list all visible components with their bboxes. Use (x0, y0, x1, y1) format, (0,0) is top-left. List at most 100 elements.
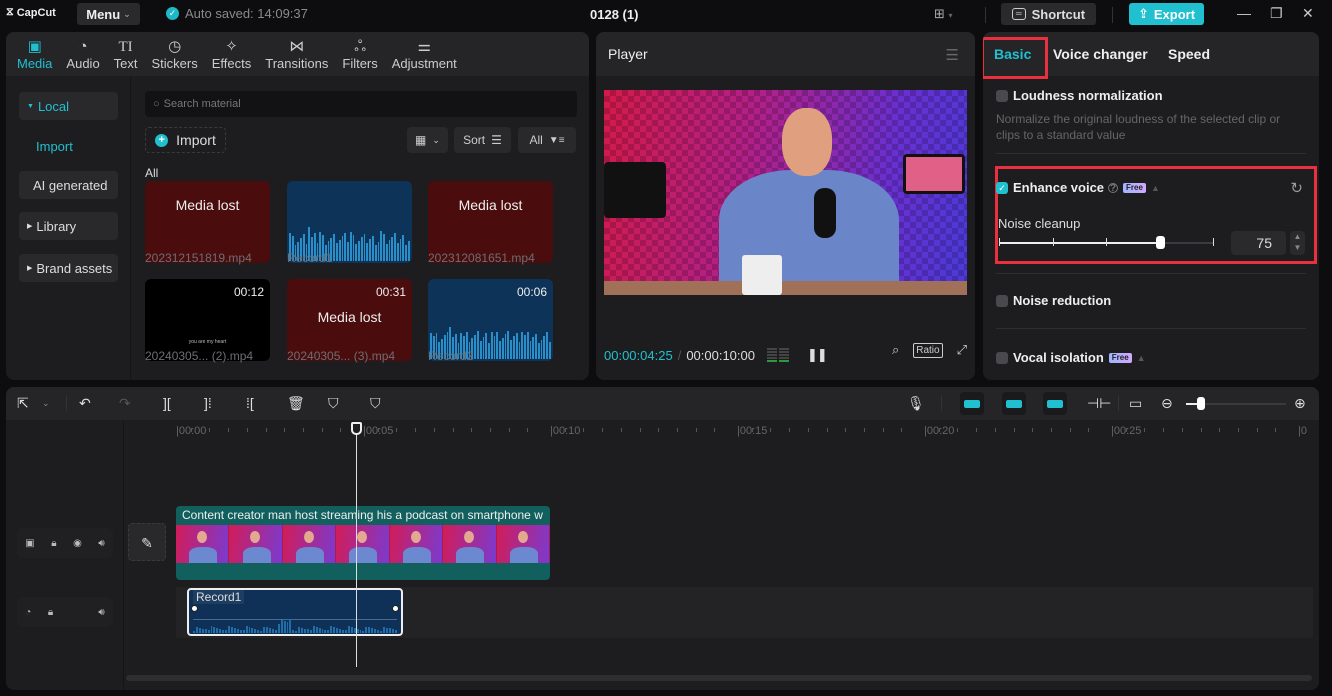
waveform-bar (306, 629, 309, 633)
chevron-down-icon[interactable]: ⌄ (42, 395, 50, 411)
tab-audio[interactable]: ◔ Audio (59, 32, 106, 76)
import-button[interactable]: + Import (145, 127, 226, 153)
noise-cleanup-value-input[interactable]: 75 (1231, 231, 1286, 255)
split-icon[interactable]: ][ (163, 395, 171, 411)
eye-icon[interactable]: ◉ (73, 538, 82, 549)
video-preview[interactable] (604, 90, 967, 295)
ai-shield-icon[interactable]: ⛉ (328, 395, 339, 411)
select-cursor-icon[interactable]: ⇱ (17, 395, 29, 411)
redo-icon[interactable]: ↷ (119, 395, 131, 411)
noise-reduction-option[interactable]: Noise reduction (996, 293, 1111, 308)
ruler-tick (789, 428, 791, 432)
slider-tick (999, 238, 1000, 246)
minimize-icon[interactable]: — (1237, 5, 1251, 21)
caret-up-icon[interactable]: ▲ (1137, 353, 1146, 363)
tab-media[interactable]: ▣ Media (10, 32, 59, 76)
filter-button[interactable]: All ▼≡ (518, 127, 576, 153)
chevron-down-icon: ⌄ (123, 8, 131, 19)
zoom-fit-icon[interactable]: ⌕ (892, 342, 899, 358)
sidebar-item-brand-assets[interactable]: ▶ Brand assets (19, 254, 118, 282)
sort-button[interactable]: Sort ☰ (454, 127, 511, 153)
sidebar-item-library[interactable]: ▶ Library (19, 212, 118, 240)
menu-icon[interactable]: ☰ (946, 46, 959, 64)
waveform-bar (477, 331, 479, 359)
slider-knob[interactable] (1155, 236, 1165, 249)
sidebar-item-local[interactable]: ▼ Local (19, 92, 118, 120)
checkbox[interactable] (996, 351, 1008, 364)
waveform-bar (207, 630, 210, 633)
zoom-slider-knob[interactable] (1197, 397, 1205, 410)
tab-text[interactable]: TI Text (107, 32, 145, 76)
noise-cleanup-slider[interactable] (999, 236, 1214, 249)
caret-up-icon[interactable]: ▲ (1151, 183, 1160, 193)
project-title[interactable]: 0128 (1) (590, 7, 638, 22)
fade-out-handle[interactable] (392, 605, 399, 612)
time-ruler[interactable]: |00:00|00:05|00:10|00:15|00:20|00:25|0 (124, 420, 1319, 442)
keyboard-icon: ═ (1011, 8, 1026, 20)
waveform-bar (333, 627, 336, 633)
loudness-normalization-option[interactable]: Loudness normalization (996, 88, 1163, 103)
horizontal-scrollbar[interactable] (126, 675, 1312, 681)
search-input[interactable]: ○ Search material (145, 91, 577, 117)
lock-icon[interactable]: 🔒︎ (51, 538, 56, 549)
video-clip[interactable]: Content creator man host streaming his a… (176, 506, 550, 580)
split-right-icon[interactable]: ⁞[ (246, 395, 254, 411)
lock-icon[interactable]: 🔒︎ (48, 607, 53, 618)
split-left-icon[interactable]: ]⁞ (204, 395, 212, 411)
sticker-icon: ◷ (168, 37, 182, 55)
close-icon[interactable]: ✕ (1302, 5, 1314, 22)
microphone-icon[interactable]: 🎙︎ (907, 395, 925, 411)
ruler-tick (826, 428, 828, 432)
sidebar-item-ai-generated[interactable]: AI generated (19, 171, 118, 199)
waveform-bar (368, 627, 371, 633)
pause-button[interactable]: ❚❚ (807, 347, 828, 363)
main-track-magnet-button[interactable] (960, 392, 984, 415)
ruler-tick (957, 428, 959, 432)
fullscreen-icon[interactable]: ⤢ (957, 342, 967, 358)
checkbox-checked[interactable]: ✓ (996, 181, 1008, 194)
ratio-button[interactable]: Ratio (913, 342, 943, 358)
auto-snap-button[interactable] (1002, 392, 1026, 415)
zoom-out-icon[interactable]: ⊖ (1161, 395, 1173, 411)
tab-adjustment[interactable]: ⚌ Adjustment (385, 32, 464, 76)
view-mode-button[interactable]: ▦ ⌄ (407, 127, 448, 153)
divider (1112, 7, 1113, 23)
tab-filters[interactable]: ஃ Filters (335, 32, 384, 76)
menu-button[interactable]: Menu ⌄ (77, 3, 140, 25)
tab-effects[interactable]: ✧ Effects (205, 32, 259, 76)
tab-speed[interactable]: Speed (1168, 46, 1210, 62)
zoom-to-fit-icon[interactable]: ▭ (1129, 395, 1142, 411)
restore-icon[interactable]: ❐ (1270, 5, 1283, 22)
volume-icon[interactable]: 🔊︎ (98, 538, 104, 549)
enhance-voice-option[interactable]: ✓ Enhance voice? Free ▲ (996, 180, 1160, 195)
zoom-in-icon[interactable]: ⊕ (1294, 395, 1306, 411)
edit-cover-button[interactable]: ✎ (128, 523, 166, 561)
tab-stickers[interactable]: ◷ Stickers (145, 32, 205, 76)
stepper-icon[interactable]: ▲ ▼ (1290, 231, 1305, 255)
shield-icon[interactable]: ⛉ (370, 395, 381, 411)
linkage-button[interactable] (1043, 392, 1067, 415)
playhead-handle[interactable] (351, 422, 362, 435)
reset-icon[interactable]: ↻ (1290, 179, 1303, 197)
waveform-bar (479, 340, 482, 359)
sidebar-item-import[interactable]: Import (36, 139, 73, 154)
help-icon[interactable]: ? (1108, 182, 1119, 193)
ruler-tick (396, 428, 398, 432)
checkbox[interactable] (996, 89, 1008, 102)
fade-in-handle[interactable] (191, 605, 198, 612)
audio-clip[interactable]: Record1 (187, 588, 403, 636)
layout-icon[interactable]: ⊞ ▾ (934, 6, 953, 22)
waveform-bar (251, 628, 254, 633)
delete-icon[interactable]: 🗑︎ (287, 395, 305, 411)
checkbox[interactable] (996, 294, 1008, 307)
title-bar: ⧖ CapCut Menu ⌄ ✓ Auto saved: 14:09:37 0128… (0, 0, 1332, 30)
vocal-isolation-option[interactable]: Vocal isolation Free ▲ (996, 350, 1146, 365)
volume-icon[interactable]: 🔊︎ (98, 607, 104, 618)
tab-transitions[interactable]: ⋈ Transitions (258, 32, 335, 76)
preview-axis-icon[interactable]: ⊣⊢ (1087, 395, 1111, 411)
undo-icon[interactable]: ↶ (79, 395, 91, 411)
tab-voice-changer[interactable]: Voice changer (1053, 46, 1148, 62)
shortcut-button[interactable]: ═ Shortcut (1001, 3, 1096, 25)
export-button[interactable]: ⇪ Export (1129, 3, 1204, 25)
playhead-line[interactable] (356, 423, 357, 667)
